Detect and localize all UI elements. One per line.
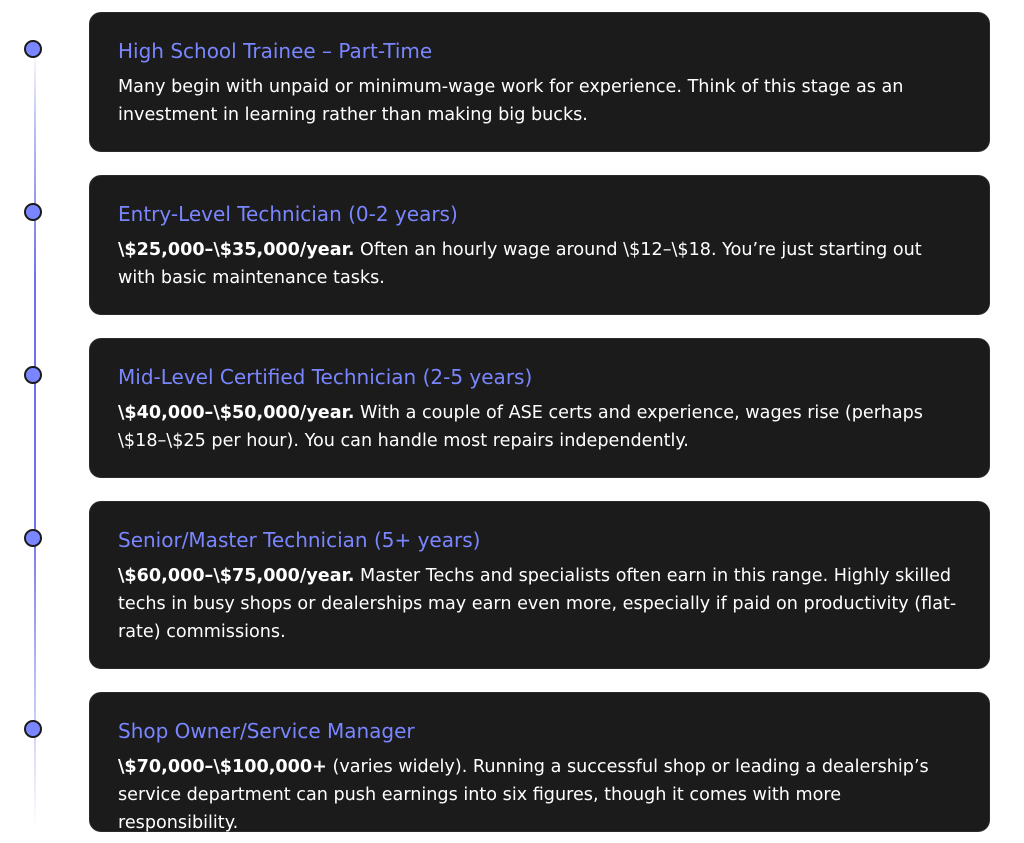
timeline-card-mid-level-certified-technician: Mid-Level Certified Technician (2-5 year… — [89, 338, 990, 478]
career-salary-timeline: High School Trainee – Part-Time Many beg… — [0, 0, 1024, 843]
timeline-card-senior-master-technician: Senior/Master Technician (5+ years) \$60… — [89, 501, 990, 669]
card-title: High School Trainee – Part-Time — [118, 39, 433, 63]
card-title: Entry-Level Technician (0-2 years) — [118, 202, 458, 226]
card-description: \$70,000–\$100,000+ (varies widely). Run… — [118, 753, 961, 837]
card-title: Senior/Master Technician (5+ years) — [118, 528, 481, 552]
card-description: Many begin with unpaid or minimum-wage w… — [118, 73, 961, 129]
card-title: Shop Owner/Service Manager — [118, 719, 415, 743]
timeline-card-entry-level-technician: Entry-Level Technician (0-2 years) \$25,… — [89, 175, 990, 315]
timeline-card-high-school-trainee: High School Trainee – Part-Time Many beg… — [89, 12, 990, 152]
salary-highlight: \$60,000–\$75,000/year. — [118, 566, 355, 586]
card-description: \$60,000–\$75,000/year. Master Techs and… — [118, 562, 961, 646]
card-text: Many begin with unpaid or minimum-wage w… — [118, 77, 904, 125]
timeline-dot — [24, 529, 42, 547]
salary-highlight: \$40,000–\$50,000/year. — [118, 403, 355, 423]
timeline-dot — [24, 366, 42, 384]
timeline-dot — [24, 40, 42, 58]
salary-highlight: \$70,000–\$100,000+ — [118, 757, 327, 777]
salary-highlight: \$25,000–\$35,000/year. — [118, 240, 355, 260]
timeline-card-shop-owner-service-manager: Shop Owner/Service Manager \$70,000–\$10… — [89, 692, 990, 833]
timeline-dot — [24, 720, 42, 738]
timeline-dot — [24, 203, 42, 221]
card-title: Mid-Level Certified Technician (2-5 year… — [118, 365, 533, 389]
card-description: \$25,000–\$35,000/year. Often an hourly … — [118, 236, 961, 292]
timeline-line — [34, 48, 36, 828]
card-description: \$40,000–\$50,000/year. With a couple of… — [118, 399, 961, 455]
